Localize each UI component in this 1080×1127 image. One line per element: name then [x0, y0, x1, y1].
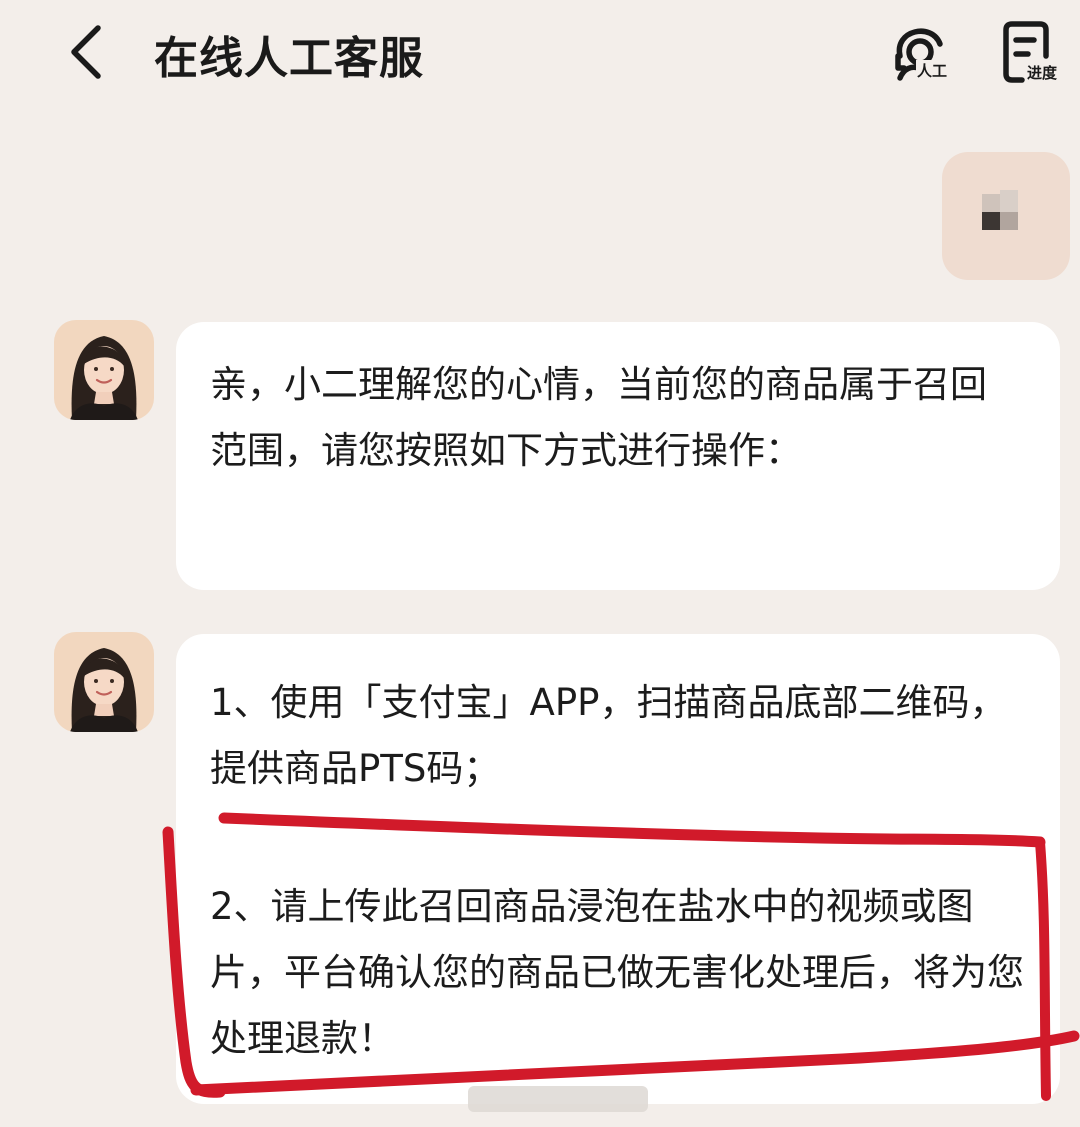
agent-avatar [54, 320, 154, 420]
user-image-message[interactable] [942, 152, 1070, 280]
agent-label: 人工 [916, 60, 949, 81]
chat-header: 在线人工客服 人工 进度 [0, 0, 1080, 110]
agent-message-text: 亲，小二理解您的心情，当前您的商品属于召回范围，请您按照如下方式进行操作： [210, 363, 987, 472]
back-button[interactable] [58, 20, 118, 84]
progress-button[interactable]: 进度 [996, 16, 1076, 92]
agent-avatar [54, 632, 154, 732]
watermark-blur [468, 1086, 648, 1112]
agent-message-bubble: 亲，小二理解您的心情，当前您的商品属于召回范围，请您按照如下方式进行操作： [176, 322, 1060, 590]
agent-message-bubble: 1、使用「支付宝」APP，扫描商品底部二维码，提供商品PTS码； 2、请上传此召… [176, 634, 1060, 1104]
image-thumbnail [982, 190, 1030, 238]
back-arrow-icon [71, 25, 101, 79]
progress-label: 进度 [1026, 62, 1059, 83]
human-agent-button[interactable]: 人工 [886, 16, 966, 92]
instruction-step-2: 2、请上传此召回商品浸泡在盐水中的视频或图片，平台确认您的商品已做无害化处理后，… [210, 885, 1024, 1060]
instruction-step-1: 1、使用「支付宝」APP，扫描商品底部二维码，提供商品PTS码； [210, 681, 1007, 790]
page-title: 在线人工客服 [154, 33, 424, 84]
